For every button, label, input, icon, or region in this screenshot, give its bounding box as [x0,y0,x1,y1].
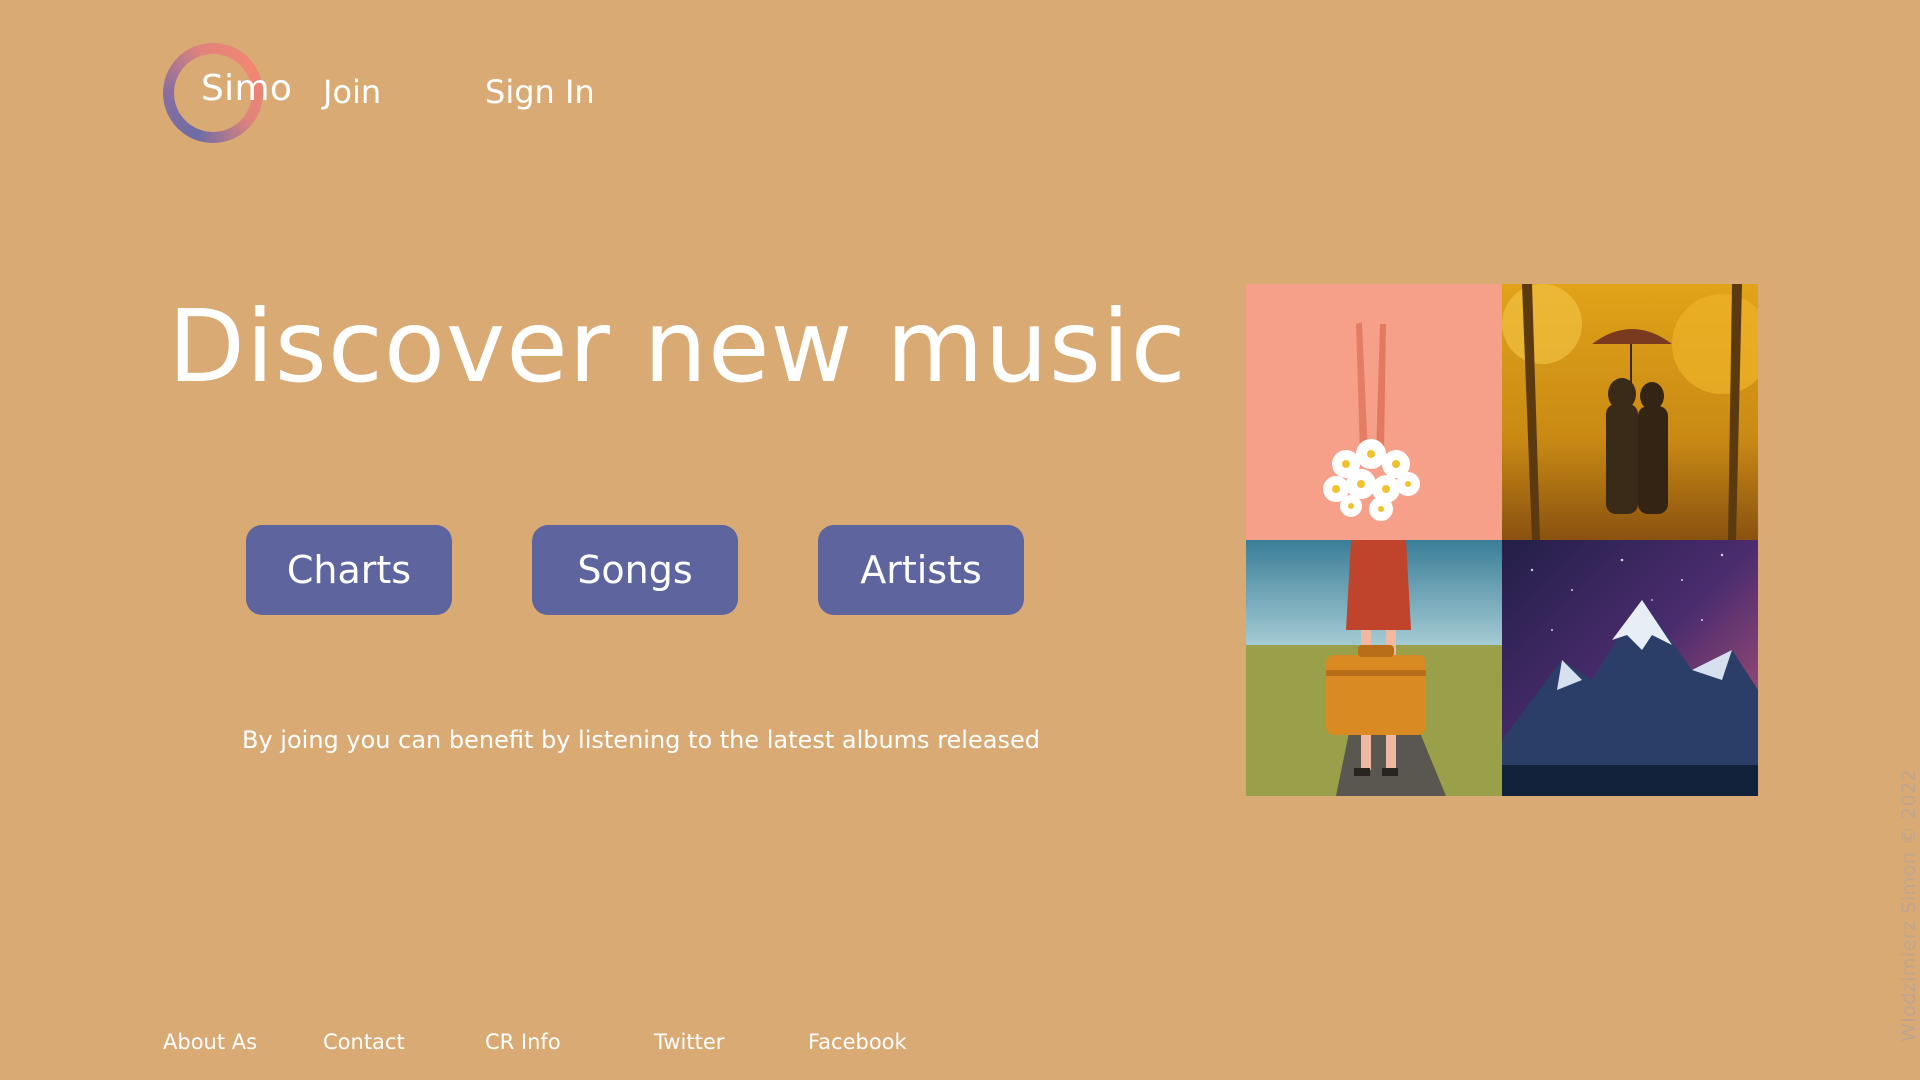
logo-text[interactable]: Simo [201,68,292,109]
contact-link[interactable]: Contact [323,1030,405,1054]
snowy-mountain-galaxy-image [1502,540,1758,796]
twitter-link[interactable]: Twitter [654,1030,724,1054]
hero-title: Discover new music [168,288,1187,405]
copyright-text: Wlodzimierz Simon © 2022 [1898,768,1920,1042]
woman-with-suitcase-image [1246,540,1502,796]
hero-tagline: By joing you can benefit by listening to… [242,726,1040,754]
facebook-link[interactable]: Facebook [808,1030,907,1054]
join-link[interactable]: Join [323,73,381,111]
about-link[interactable]: About As [163,1030,257,1054]
songs-button[interactable]: Songs [532,525,738,615]
couple-with-umbrella-autumn-image [1502,284,1758,540]
legs-with-daisies-image [1246,284,1502,540]
artists-button[interactable]: Artists [818,525,1024,615]
sign-in-link[interactable]: Sign In [485,73,595,111]
cr-info-link[interactable]: CR Info [485,1030,561,1054]
charts-button[interactable]: Charts [246,525,452,615]
